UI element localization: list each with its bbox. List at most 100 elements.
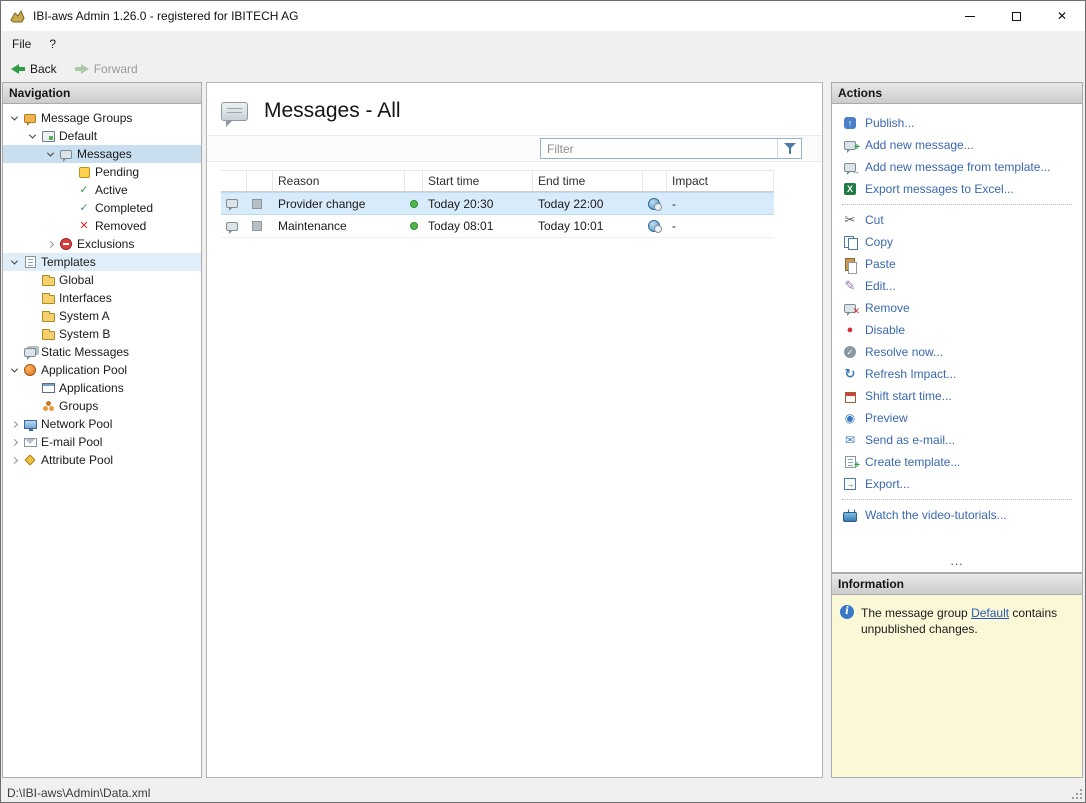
column-header-flag[interactable] — [247, 171, 273, 191]
action-watch-video-tutorials[interactable]: Watch the video-tutorials... — [832, 504, 1082, 526]
column-header-impact[interactable]: Impact — [667, 171, 774, 191]
email-icon: ✉ — [842, 433, 858, 447]
action-edit[interactable]: ✎ Edit... — [832, 275, 1082, 297]
nav-item-interfaces[interactable]: Interfaces — [3, 289, 201, 307]
status-bar: D:\IBI-aws\Admin\Data.xml — [1, 784, 1085, 802]
action-refresh-impact[interactable]: ↻ Refresh Impact... — [832, 363, 1082, 385]
column-header-impact-icon[interactable] — [643, 171, 667, 191]
nav-item-removed[interactable]: ✕ Removed — [3, 217, 201, 235]
filter-funnel-icon[interactable] — [778, 139, 801, 158]
action-resolve-now[interactable]: ✓ Resolve now... — [832, 341, 1082, 363]
action-disable[interactable]: ● Disable — [832, 319, 1082, 341]
action-add-new-message-from-template[interactable]: → Add new message from template... — [832, 156, 1082, 178]
nav-item-system-a[interactable]: System A — [3, 307, 201, 325]
back-arrow-icon — [11, 64, 25, 74]
action-remove[interactable]: ✕ Remove — [832, 297, 1082, 319]
add-message-icon: + — [842, 141, 858, 150]
app-icon — [9, 9, 26, 24]
action-send-as-email[interactable]: ✉ Send as e-mail... — [832, 429, 1082, 451]
nav-item-applications[interactable]: Applications — [3, 379, 201, 397]
chevron-down-icon[interactable] — [43, 152, 57, 157]
column-header-reason[interactable]: Reason — [273, 171, 405, 191]
nav-item-pending[interactable]: Pending — [3, 163, 201, 181]
chevron-right-icon[interactable] — [7, 440, 21, 445]
resize-grip[interactable] — [1071, 788, 1082, 799]
email-pool-icon — [21, 438, 39, 447]
chevron-down-icon[interactable] — [7, 260, 21, 265]
nav-item-system-b[interactable]: System B — [3, 325, 201, 343]
menu-file[interactable]: File — [3, 33, 40, 55]
action-publish[interactable]: ↑ Publish... — [832, 112, 1082, 134]
nav-item-global[interactable]: Global — [3, 271, 201, 289]
nav-item-messages[interactable]: Messages — [3, 145, 201, 163]
nav-item-network-pool[interactable]: Network Pool — [3, 415, 201, 433]
close-button[interactable]: ✕ — [1039, 1, 1085, 31]
action-shift-start-time[interactable]: Shift start time... — [832, 385, 1082, 407]
nav-item-templates[interactable]: Templates — [3, 253, 201, 271]
forward-label: Forward — [94, 62, 138, 76]
column-header-start-time[interactable]: Start time — [423, 171, 533, 191]
action-cut[interactable]: ✂ Cut — [832, 209, 1082, 231]
nav-item-active[interactable]: ✓ Active — [3, 181, 201, 199]
nav-item-static-messages[interactable]: Static Messages — [3, 343, 201, 361]
minimize-button[interactable] — [947, 1, 993, 31]
nav-item-application-pool[interactable]: Application Pool — [3, 361, 201, 379]
maximize-button[interactable] — [993, 1, 1039, 31]
forward-button[interactable]: Forward — [69, 60, 144, 78]
chevron-down-icon[interactable] — [7, 116, 21, 121]
impact-globe-icon — [648, 198, 660, 210]
chevron-down-icon[interactable] — [25, 134, 39, 139]
nav-item-exclusions[interactable]: Exclusions — [3, 235, 201, 253]
action-create-template[interactable]: + Create template... — [832, 451, 1082, 473]
info-icon: i — [840, 605, 854, 619]
templates-icon — [21, 256, 39, 268]
chevron-right-icon[interactable] — [43, 242, 57, 247]
column-header-type[interactable] — [221, 171, 247, 191]
actions-overflow-button[interactable]: ... — [832, 556, 1082, 572]
nav-item-attribute-pool[interactable]: Attribute Pool — [3, 451, 201, 469]
copy-icon — [842, 236, 858, 249]
messages-page-icon — [221, 102, 248, 121]
nav-item-completed[interactable]: ✓ Completed — [3, 199, 201, 217]
nav-item-groups[interactable]: Groups — [3, 397, 201, 415]
chevron-down-icon[interactable] — [7, 368, 21, 373]
column-header-end-time[interactable]: End time — [533, 171, 643, 191]
pencil-icon: ✎ — [842, 278, 858, 294]
cell-impact: - — [667, 219, 774, 233]
message-icon — [226, 222, 238, 231]
action-paste[interactable]: Paste — [832, 253, 1082, 275]
close-icon: ✕ — [1057, 10, 1067, 22]
cell-end-time: Today 10:01 — [533, 219, 643, 233]
filter-box — [540, 138, 802, 159]
message-icon — [226, 199, 238, 208]
window-title: IBI-aws Admin 1.26.0 - registered for IB… — [33, 9, 298, 23]
paste-icon — [842, 258, 858, 271]
action-export-messages-to-excel[interactable]: X Export messages to Excel... — [832, 178, 1082, 200]
nav-item-email-pool[interactable]: E-mail Pool — [3, 433, 201, 451]
unpublished-flag-icon — [252, 221, 262, 231]
chevron-right-icon[interactable] — [7, 458, 21, 463]
title-bar: IBI-aws Admin 1.26.0 - registered for IB… — [1, 1, 1085, 31]
back-button[interactable]: Back — [5, 60, 63, 78]
filter-input[interactable] — [541, 139, 777, 158]
folder-icon — [39, 292, 57, 304]
nav-item-message-groups[interactable]: Message Groups — [3, 109, 201, 127]
column-header-status[interactable] — [405, 171, 423, 191]
table-row[interactable]: Provider change Today 20:30 Today 22:00 … — [221, 192, 774, 215]
table-row[interactable]: Maintenance Today 08:01 Today 10:01 - — [221, 215, 774, 238]
page-title-row: Messages - All — [207, 83, 822, 135]
navigation-tree: Message Groups Default Messages Pending … — [3, 104, 201, 777]
cell-start-time: Today 20:30 — [423, 197, 533, 211]
default-group-link[interactable]: Default — [971, 606, 1009, 620]
navigation-panel: Navigation Message Groups Default Messag… — [2, 82, 202, 778]
menu-help[interactable]: ? — [40, 33, 65, 55]
nav-item-default[interactable]: Default — [3, 127, 201, 145]
publish-icon: ↑ — [842, 117, 858, 129]
cell-reason: Provider change — [273, 197, 405, 211]
action-copy[interactable]: Copy — [832, 231, 1082, 253]
action-preview[interactable]: ◉ Preview — [832, 407, 1082, 429]
status-active-icon — [410, 222, 418, 230]
action-export[interactable]: → Export... — [832, 473, 1082, 495]
chevron-right-icon[interactable] — [7, 422, 21, 427]
action-add-new-message[interactable]: + Add new message... — [832, 134, 1082, 156]
